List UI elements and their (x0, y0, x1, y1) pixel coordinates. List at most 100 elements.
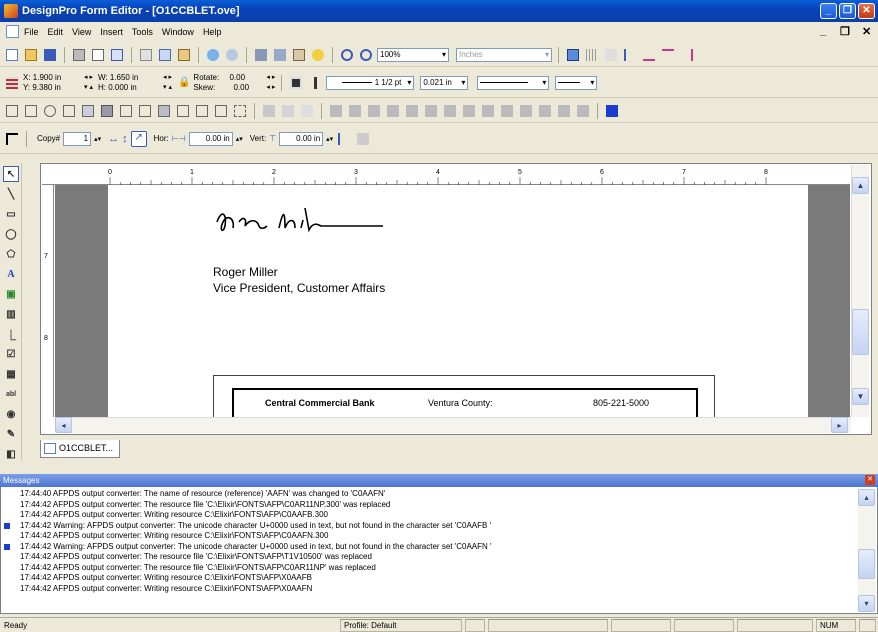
message-line[interactable]: 17:44:42 AFPDS output converter: Writing… (2, 584, 857, 595)
order-h-icon[interactable] (461, 103, 477, 119)
line-end-select[interactable] (555, 75, 598, 90)
line-weight-select[interactable]: 1 1/2 pt (326, 75, 415, 90)
dots-icon[interactable] (584, 47, 600, 63)
align-a-icon[interactable] (641, 47, 657, 63)
menu-edit[interactable]: Edit (48, 27, 64, 37)
group-icon[interactable] (232, 103, 248, 119)
color-icon[interactable] (604, 103, 620, 119)
message-line[interactable]: 17:44:42 AFPDS output converter: Writing… (2, 531, 857, 542)
undo-icon[interactable] (205, 47, 221, 63)
messages-scroll-up-icon[interactable]: ▴ (858, 489, 875, 506)
open-icon[interactable] (23, 47, 39, 63)
barcode-field-icon[interactable] (175, 103, 191, 119)
shape-b-icon[interactable] (280, 103, 296, 119)
image-tool-icon[interactable]: ▣ (3, 286, 19, 302)
x-value[interactable]: 1.900 in (33, 73, 61, 82)
vert-spinner[interactable]: ▴▾ (326, 135, 333, 143)
rectangle-tool-icon[interactable]: ▭ (3, 206, 19, 222)
save-icon[interactable] (42, 47, 58, 63)
grid-icon[interactable] (565, 47, 581, 63)
redo-icon[interactable] (224, 47, 240, 63)
date-field-icon[interactable] (156, 103, 172, 119)
image-field-icon[interactable] (99, 103, 115, 119)
menu-tools[interactable]: Tools (132, 27, 153, 37)
replace-icon[interactable] (272, 47, 288, 63)
field-tool-icon[interactable]: ⎿ (3, 326, 19, 342)
text-tool-icon[interactable]: A (3, 266, 19, 282)
pen-icon[interactable] (307, 75, 323, 91)
mdi-minimize-button[interactable]: _ (820, 25, 826, 37)
order-n-icon[interactable] (575, 103, 591, 119)
form-page[interactable]: Roger Miller Vice President, Customer Af… (108, 185, 808, 417)
align-b-icon[interactable] (660, 47, 676, 63)
signature-field-icon[interactable] (194, 103, 210, 119)
message-warning-line[interactable]: 17:44:42 Warning: AFPDS output converter… (2, 521, 857, 532)
align-c-icon[interactable] (679, 47, 695, 63)
w-value[interactable]: 1.650 in (110, 73, 138, 82)
list-field-icon[interactable] (118, 103, 134, 119)
menu-help[interactable]: Help (203, 27, 222, 37)
messages-scroll-down-icon[interactable]: ▾ (858, 595, 875, 612)
wh-spinners[interactable]: ◂ ▸ ▾ ▴ (163, 73, 172, 93)
copy-icon[interactable] (157, 47, 173, 63)
message-line[interactable]: 17:44:42 AFPDS output converter: Writing… (2, 573, 857, 584)
snap-icon[interactable] (603, 47, 619, 63)
lock-icon[interactable]: 🔒 (178, 77, 190, 88)
polygon-tool-icon[interactable]: ⬠ (3, 246, 19, 262)
copy-count-field[interactable]: 1 (63, 131, 92, 146)
cut-icon[interactable] (138, 47, 154, 63)
scroll-up-icon[interactable]: ▲ (852, 177, 869, 194)
table-tool-icon[interactable]: ▦ (3, 366, 19, 382)
print-preview-icon[interactable] (90, 47, 106, 63)
message-line[interactable]: 17:44:42 AFPDS output converter: Writing… (2, 510, 857, 521)
message-warning-line[interactable]: 17:44:42 Warning: AFPDS output converter… (2, 542, 857, 553)
y-value[interactable]: 9.380 in (32, 83, 60, 92)
messages-close-icon[interactable]: ✕ (865, 475, 875, 485)
message-line[interactable]: 17:44:40 AFPDS output converter: The nam… (2, 489, 857, 500)
help-icon[interactable] (310, 47, 326, 63)
message-line[interactable]: 17:44:42 AFPDS output converter: The res… (2, 500, 857, 511)
checkbox-tool-icon[interactable]: ☑ (3, 346, 19, 362)
h-value[interactable]: 0.000 in (108, 83, 136, 92)
spellcheck-icon[interactable] (109, 47, 125, 63)
combo-field-icon[interactable] (61, 103, 77, 119)
properties-icon[interactable] (291, 47, 307, 63)
order-b-icon[interactable] (347, 103, 363, 119)
hor-spinner[interactable]: ▴▾ (236, 135, 243, 143)
order-k-icon[interactable] (518, 103, 534, 119)
order-i-icon[interactable] (480, 103, 496, 119)
skew-value[interactable]: 0.00 (233, 83, 249, 92)
text-field-icon[interactable] (80, 103, 96, 119)
shape-c-icon[interactable] (299, 103, 315, 119)
radio-field-icon[interactable] (42, 103, 58, 119)
edit-tool-icon[interactable]: ✎ (3, 426, 19, 442)
distribute-icon[interactable] (336, 131, 352, 147)
units-select[interactable]: Inches (456, 47, 552, 62)
minimize-button[interactable]: _ (820, 3, 837, 19)
messages-list[interactable]: 17:44:40 AFPDS output converter: The nam… (2, 489, 857, 612)
scroll-down-icon[interactable]: ▼ (852, 388, 869, 405)
mdi-restore-button[interactable]: ❐ (840, 25, 850, 38)
checkbox-field-icon[interactable] (23, 103, 39, 119)
hor-spacing-field[interactable]: 0.00 in (188, 131, 233, 146)
vertical-scrollbar[interactable]: ▲ ▼ (851, 165, 869, 417)
shape-a-icon[interactable] (261, 103, 277, 119)
form-field-icon[interactable] (4, 103, 20, 119)
rotate-value[interactable]: 0.00 (229, 73, 245, 82)
document-tab[interactable]: O1CCBLET... (40, 440, 120, 458)
message-line[interactable]: 17:44:42 AFPDS output converter: The res… (2, 563, 857, 574)
order-a-icon[interactable] (328, 103, 344, 119)
messages-scroll-thumb[interactable] (858, 549, 875, 579)
menu-insert[interactable]: Insert (100, 27, 123, 37)
zoom-select[interactable]: 100% (377, 47, 449, 62)
find-icon[interactable] (253, 47, 269, 63)
vert-spacing-field[interactable]: 0.00 in (279, 131, 324, 146)
order-e-icon[interactable] (404, 103, 420, 119)
horizontal-scrollbar[interactable]: ◂ ▸ (55, 417, 851, 433)
xy-spinners[interactable]: ◂ ▸ ▾ ▴ (84, 73, 93, 93)
radio-tool-icon[interactable]: ◉ (3, 406, 19, 422)
order-m-icon[interactable] (556, 103, 572, 119)
scroll-thumb[interactable] (852, 309, 869, 355)
order-d-icon[interactable] (385, 103, 401, 119)
diagonal-dir-icon[interactable]: ↗ (130, 130, 147, 147)
